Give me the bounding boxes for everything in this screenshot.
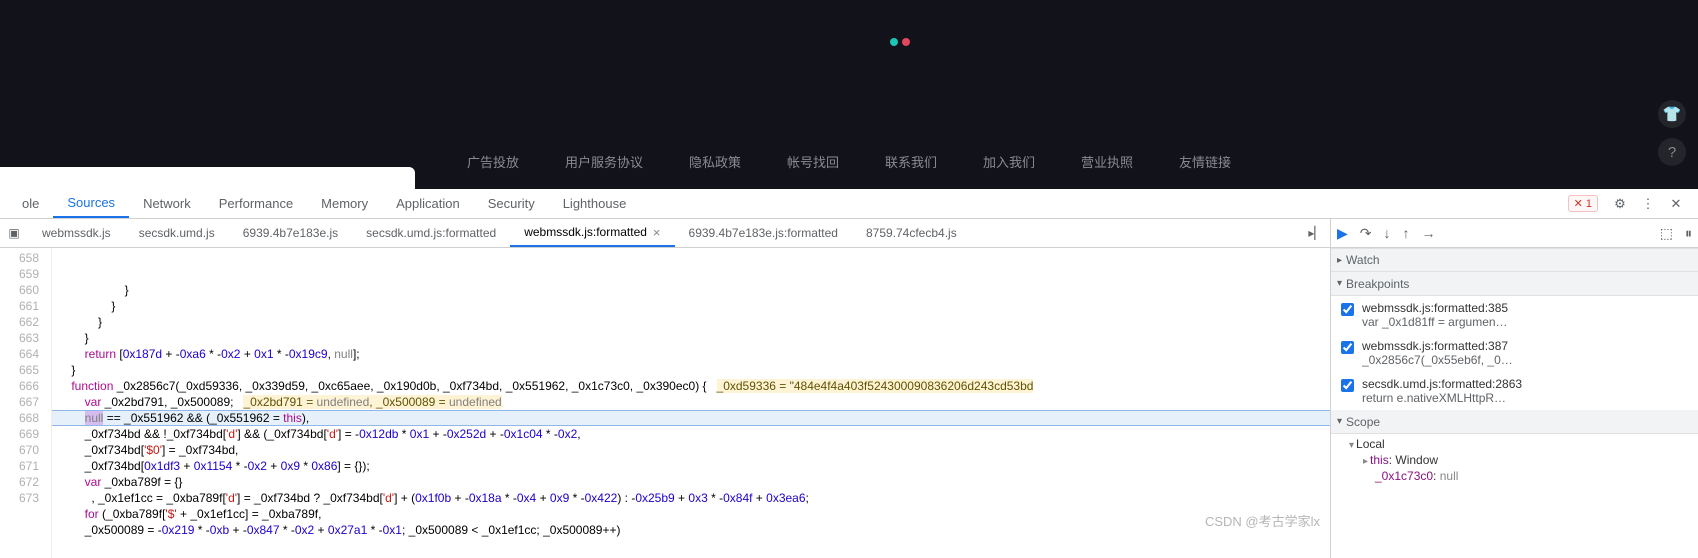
code-line[interactable]: } <box>52 330 1330 346</box>
devtools: ole Sources Network Performance Memory A… <box>0 189 1698 558</box>
nav-link[interactable]: 广告投放 <box>467 152 519 171</box>
code-line[interactable]: _0xf734bd[0x1df3 + 0x1154 * -0x2 + 0x9 *… <box>52 458 1330 474</box>
nav-link[interactable]: 联系我们 <box>885 152 937 171</box>
breakpoints-header[interactable]: ▾Breakpoints <box>1331 272 1698 296</box>
navigator-icon[interactable]: ▣ <box>0 226 28 240</box>
code-line[interactable]: } <box>52 282 1330 298</box>
code-editor[interactable]: 6586596606616626636646656666676686696706… <box>0 248 1330 558</box>
close-icon[interactable]: × <box>653 225 661 240</box>
code-line[interactable]: var _0x2bd791, _0x500089; _0x2bd791 = un… <box>52 394 1330 410</box>
scope-var[interactable]: _0x1c73c0: null <box>1339 468 1690 484</box>
side-actions: 👕 ? <box>1658 100 1686 166</box>
tab-sources[interactable]: Sources <box>53 189 129 218</box>
tab-application[interactable]: Application <box>382 189 474 218</box>
tab-security[interactable]: Security <box>474 189 549 218</box>
nav-link[interactable]: 帐号找回 <box>787 152 839 171</box>
debugger-pane: ▶ ↷ ↓ ↑ → ⬚ ⏸ ▸Watch ▾Breakpoints webmss… <box>1330 219 1698 558</box>
code-line[interactable]: var _0xba789f = {} <box>52 474 1330 490</box>
page-background: 广告投放 用户服务协议 隐私政策 帐号找回 联系我们 加入我们 营业执照 友情链… <box>0 0 1698 189</box>
step-icon[interactable]: → <box>1422 225 1436 241</box>
code-line[interactable]: return [0x187d + -0xa6 * -0x2 + 0x1 * -0… <box>52 346 1330 362</box>
code-line[interactable]: function _0x2856c7(_0xd59336, _0x339d59,… <box>52 378 1330 394</box>
error-badge[interactable]: ✕ 1 <box>1568 195 1598 212</box>
breakpoint-item[interactable]: webmssdk.js:formatted:385var _0x1d81ff =… <box>1331 296 1698 334</box>
file-tabs: ▣ webmssdk.js secsdk.umd.js 6939.4b7e183… <box>0 219 1330 248</box>
code-line[interactable]: } <box>52 362 1330 378</box>
scope-local[interactable]: ▾Local <box>1339 436 1690 452</box>
file-tab-active[interactable]: webmssdk.js:formatted× <box>510 219 674 247</box>
scope-header[interactable]: ▾Scope <box>1331 410 1698 434</box>
nav-link[interactable]: 营业执照 <box>1081 152 1133 171</box>
step-into-icon[interactable]: ↓ <box>1384 225 1391 241</box>
code-line[interactable]: null == _0x551962 && (_0x551962 = this), <box>52 410 1330 426</box>
code-content[interactable]: } } } } return [0x187d + -0xa6 * -0x2 + … <box>52 248 1330 558</box>
code-line[interactable]: _0xf734bd['$0'] = _0xf734bd, <box>52 442 1330 458</box>
close-icon[interactable]: ✕ <box>1668 196 1684 212</box>
devtools-tabs: ole Sources Network Performance Memory A… <box>0 189 1698 219</box>
nav-link[interactable]: 加入我们 <box>983 152 1035 171</box>
breakpoint-checkbox[interactable] <box>1341 379 1354 392</box>
sources-pane: ▣ webmssdk.js secsdk.umd.js 6939.4b7e183… <box>0 219 1330 558</box>
watch-header[interactable]: ▸Watch <box>1331 248 1698 272</box>
code-line[interactable]: } <box>52 314 1330 330</box>
code-line[interactable]: _0xf734bd && !_0xf734bd['d'] && (_0xf734… <box>52 426 1330 442</box>
breakpoint-item[interactable]: secsdk.umd.js:formatted:2863return e.nat… <box>1331 372 1698 410</box>
step-over-icon[interactable]: ↷ <box>1360 225 1372 242</box>
line-gutter: 6586596606616626636646656666676686696706… <box>0 248 52 558</box>
code-line[interactable]: _0x500089 = -0x219 * -0xb + -0x847 * -0x… <box>52 522 1330 538</box>
breakpoint-checkbox[interactable] <box>1341 341 1354 354</box>
dot-icon <box>890 38 898 46</box>
file-tab[interactable]: 8759.74cfecb4.js <box>852 219 971 247</box>
tab-truncated[interactable]: ole <box>8 189 53 218</box>
tab-performance[interactable]: Performance <box>205 189 307 218</box>
debugger-toolbar: ▶ ↷ ↓ ↑ → ⬚ ⏸ <box>1331 219 1698 248</box>
breakpoints-list: webmssdk.js:formatted:385var _0x1d81ff =… <box>1331 296 1698 410</box>
dot-icon <box>902 38 910 46</box>
breakpoint-item[interactable]: webmssdk.js:formatted:387_0x2856c7(_0x55… <box>1331 334 1698 372</box>
scope-this[interactable]: ▸this: Window <box>1339 452 1690 468</box>
active-tab-marker <box>0 167 415 189</box>
loading-indicator <box>890 38 910 46</box>
tab-memory[interactable]: Memory <box>307 189 382 218</box>
shirt-icon[interactable]: 👕 <box>1658 100 1686 128</box>
file-tab[interactable]: secsdk.umd.js:formatted <box>352 219 510 247</box>
pause-exceptions-icon[interactable]: ⏸ <box>1685 225 1692 242</box>
resume-icon[interactable]: ▶ <box>1337 225 1348 242</box>
tab-network[interactable]: Network <box>129 189 205 218</box>
file-tab[interactable]: webmssdk.js <box>28 219 125 247</box>
watermark: CSDN @考古学家lx <box>1205 514 1320 530</box>
file-tab[interactable]: secsdk.umd.js <box>125 219 229 247</box>
gear-icon[interactable]: ⚙ <box>1612 196 1628 212</box>
nav-link[interactable]: 用户服务协议 <box>565 152 643 171</box>
scope-body: ▾Local ▸this: Window _0x1c73c0: null <box>1331 434 1698 486</box>
step-out-icon[interactable]: ↑ <box>1403 225 1410 241</box>
file-tab[interactable]: 6939.4b7e183e.js:formatted <box>675 219 852 247</box>
tab-lighthouse[interactable]: Lighthouse <box>549 189 641 218</box>
code-line[interactable]: , _0x1ef1cc = _0xba789f['d'] = _0xf734bd… <box>52 490 1330 506</box>
file-tab[interactable]: 6939.4b7e183e.js <box>229 219 352 247</box>
code-line[interactable]: for (_0xba789f['$' + _0x1ef1cc] = _0xba7… <box>52 506 1330 522</box>
nav-link[interactable]: 隐私政策 <box>689 152 741 171</box>
breakpoint-checkbox[interactable] <box>1341 303 1354 316</box>
nav-link[interactable]: 友情链接 <box>1179 152 1231 171</box>
more-tabs-icon[interactable]: ▸▏ <box>1302 226 1330 240</box>
code-line[interactable]: } <box>52 298 1330 314</box>
deactivate-breakpoints-icon[interactable]: ⬚ <box>1660 225 1673 242</box>
help-icon[interactable]: ? <box>1658 138 1686 166</box>
kebab-icon[interactable]: ⋮ <box>1640 196 1656 212</box>
